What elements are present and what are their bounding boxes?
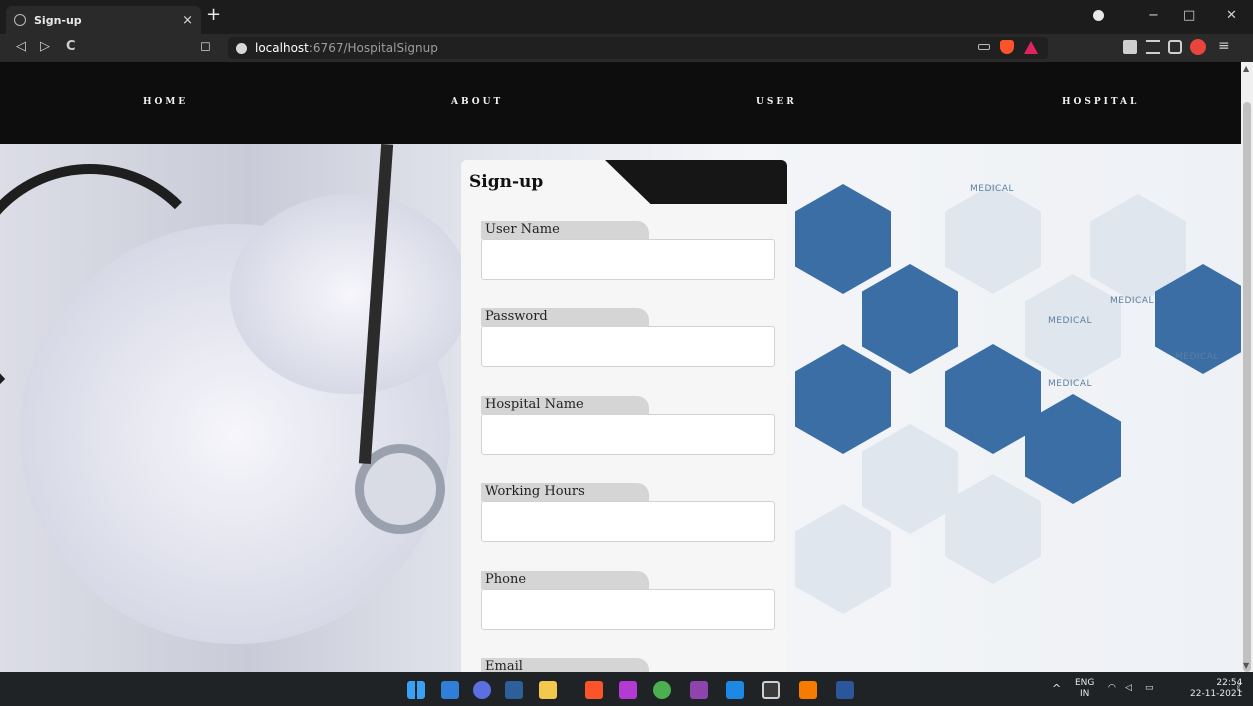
password-label: Password xyxy=(481,308,649,326)
clock[interactable]: 22:54 22-11-2021 xyxy=(1190,678,1242,700)
scroll-down-icon[interactable]: ▼ xyxy=(1243,661,1249,670)
tab-close-button[interactable]: × xyxy=(182,13,193,28)
microscope-hex-icon xyxy=(795,504,891,614)
terminal-icon[interactable] xyxy=(505,681,523,699)
url-path: :6767/HospitalSignup xyxy=(308,41,438,55)
hex-label: MEDICAL xyxy=(970,184,1014,194)
phone-input[interactable] xyxy=(481,589,775,630)
hospital-name-field-group: Hospital Name xyxy=(481,393,777,455)
doctor-hex-icon xyxy=(795,184,891,294)
language-bottom: IN xyxy=(1080,689,1090,699)
phone-field-group: Phone xyxy=(481,568,777,630)
brave-browser-icon[interactable] xyxy=(585,681,603,699)
email-field-group: Email xyxy=(481,655,777,672)
nav-user-link[interactable]: USER xyxy=(756,97,797,107)
medical-hex-grid: MEDICAL MEDICAL MEDICAL MEDICAL MEDICAL xyxy=(780,144,1241,672)
bookmark-button[interactable]: ◻ xyxy=(200,39,211,54)
working-hours-field-group: Working Hours xyxy=(481,480,777,542)
file-explorer-icon[interactable] xyxy=(539,681,557,699)
intellij-icon[interactable] xyxy=(619,681,637,699)
wheelchair-hex-icon xyxy=(795,344,891,454)
scroll-thumb[interactable] xyxy=(1243,102,1251,672)
maximize-button[interactable]: □ xyxy=(1183,8,1195,23)
globe-icon xyxy=(14,14,26,26)
wifi-icon[interactable]: ◠ xyxy=(1108,683,1116,693)
vscode-icon[interactable] xyxy=(726,681,744,699)
browser-tab[interactable]: Sign-up × xyxy=(6,6,201,34)
working-hours-input[interactable] xyxy=(481,501,775,542)
page-scrollbar[interactable]: ▲ ▼ xyxy=(1241,62,1253,672)
brave-shield-icon[interactable] xyxy=(1000,40,1014,54)
password-input[interactable] xyxy=(481,326,775,367)
battery-icon[interactable]: ▭ xyxy=(1145,683,1154,693)
nav-about-link[interactable]: ABOUT xyxy=(451,97,503,107)
extensions-icon[interactable] xyxy=(1123,40,1137,54)
testtube-hex-icon xyxy=(862,424,958,534)
browser-toolbar: ◁ ▷ C ◻ localhost:6767/HospitalSignup ≡ xyxy=(0,34,1253,62)
signup-form: Sign-up User Name Password Hospital Name… xyxy=(461,160,787,672)
hospital-name-label: Hospital Name xyxy=(481,396,649,414)
site-info-icon[interactable] xyxy=(236,42,247,54)
hex-label: MEDICAL xyxy=(1048,379,1092,389)
minimize-button[interactable]: − xyxy=(1148,8,1159,23)
profile-icon[interactable] xyxy=(1093,10,1104,21)
blank-hex-icon xyxy=(945,474,1041,584)
hex-label: MEDICAL xyxy=(1048,316,1092,326)
hospital-name-input[interactable] xyxy=(481,414,775,455)
form-title: Sign-up xyxy=(469,172,544,192)
username-input[interactable] xyxy=(481,239,775,280)
chrome-icon[interactable] xyxy=(653,681,671,699)
drops-hex-icon xyxy=(862,264,958,374)
profile-avatar-icon[interactable] xyxy=(1190,39,1206,55)
chat-icon[interactable] xyxy=(473,681,491,699)
windows-start-icon[interactable] xyxy=(407,681,425,699)
cmd-icon[interactable] xyxy=(762,681,780,699)
form-header: Sign-up xyxy=(461,160,787,197)
close-window-button[interactable]: ✕ xyxy=(1226,8,1237,23)
brave-rewards-icon[interactable] xyxy=(1024,40,1038,54)
medkit-hex-icon xyxy=(945,184,1041,294)
wallet-icon[interactable] xyxy=(1168,40,1182,54)
username-field-group: User Name xyxy=(481,218,777,280)
medical-hex-icon xyxy=(1025,274,1121,384)
hex-label: MEDICAL xyxy=(1175,352,1219,362)
key-icon[interactable] xyxy=(978,44,990,50)
reading-list-icon[interactable] xyxy=(1146,40,1160,54)
reload-button[interactable]: C xyxy=(66,39,76,54)
username-label: User Name xyxy=(481,221,649,239)
password-field-group: Password xyxy=(481,305,777,367)
url-host: localhost xyxy=(255,41,309,55)
word-icon[interactable] xyxy=(836,681,854,699)
phone-label: Phone xyxy=(481,571,649,589)
glove-finger-shape xyxy=(230,194,470,394)
office-icon[interactable] xyxy=(799,681,817,699)
language-indicator[interactable]: ENG IN xyxy=(1075,678,1094,700)
volume-icon[interactable]: ◁ xyxy=(1125,683,1132,693)
widgets-icon[interactable] xyxy=(441,681,459,699)
windows-taskbar: ^ ENG IN ◠ ◁ ▭ 22:54 22-11-2021 ☾ xyxy=(0,672,1253,706)
language-top: ENG xyxy=(1075,678,1095,688)
notification-icon[interactable]: ☾ xyxy=(1236,681,1247,695)
tab-title: Sign-up xyxy=(34,13,82,27)
browser-tab-bar: Sign-up × + − □ ✕ xyxy=(0,0,1253,34)
forward-button[interactable]: ▷ xyxy=(40,39,50,54)
tray-overflow-icon[interactable]: ^ xyxy=(1052,682,1061,695)
scroll-up-icon[interactable]: ▲ xyxy=(1243,64,1249,73)
nav-hospital-link[interactable]: HOSPITAL xyxy=(1062,97,1139,107)
hex-label: MEDICAL xyxy=(1110,296,1154,306)
visual-studio-icon[interactable] xyxy=(690,681,708,699)
email-label: Email xyxy=(481,658,649,672)
back-button[interactable]: ◁ xyxy=(16,39,26,54)
nav-home-link[interactable]: HOME xyxy=(143,97,188,107)
browser-menu-button[interactable]: ≡ xyxy=(1218,38,1230,54)
site-navigation: HOME ABOUT USER HOSPITAL xyxy=(0,62,1241,144)
working-hours-label: Working Hours xyxy=(481,483,649,501)
address-bar[interactable]: localhost:6767/HospitalSignup xyxy=(228,37,1048,59)
page-viewport: HOME ABOUT USER HOSPITAL MEDICAL MEDICAL xyxy=(0,62,1241,672)
new-tab-button[interactable]: + xyxy=(206,4,221,25)
clock-date: 22-11-2021 xyxy=(1190,689,1243,699)
